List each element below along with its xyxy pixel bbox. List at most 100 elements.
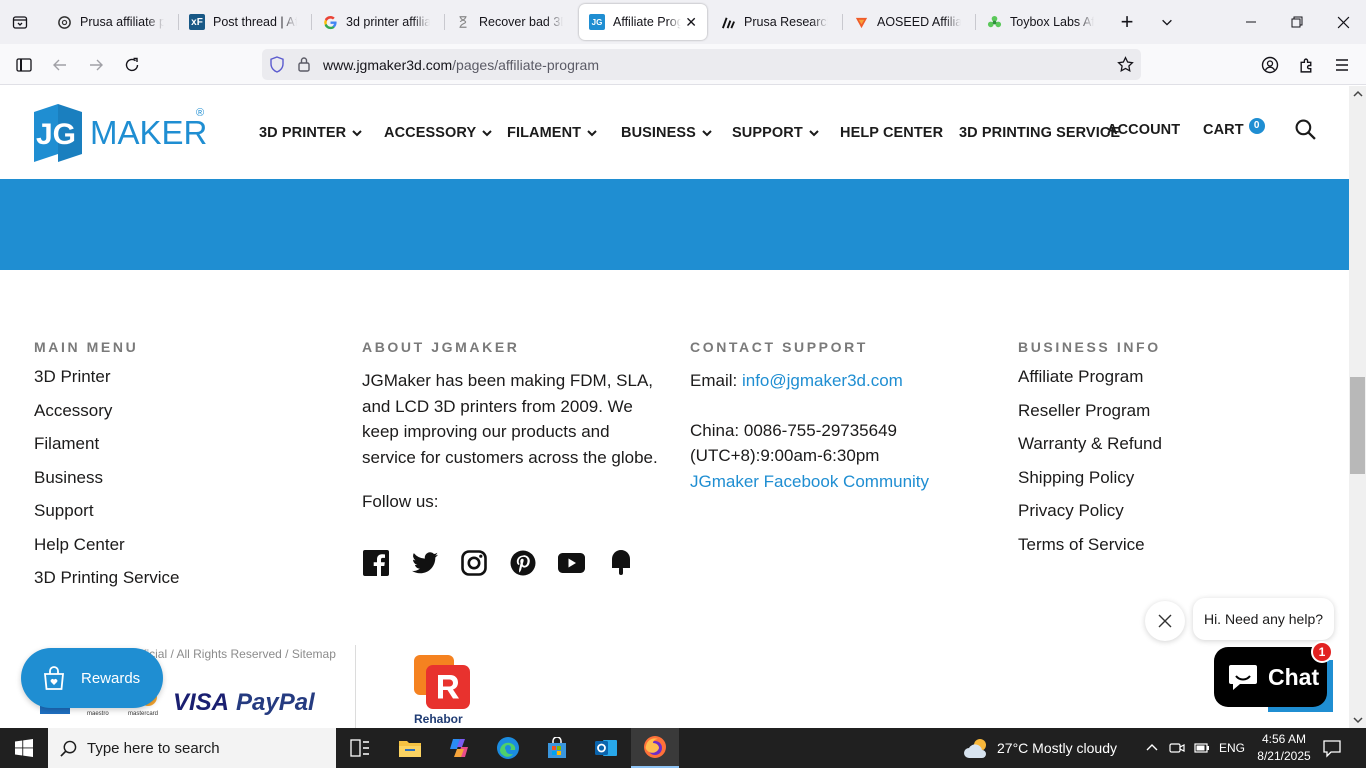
tab-title: Affiliate Progra [613,15,682,29]
browser-tab-bar: Prusa affiliate pro xF Post thread | Aff… [0,0,1366,44]
footer-link-3d-printing-service[interactable]: 3D Printing Service [34,569,180,586]
firefox-icon[interactable] [631,728,679,768]
cart-link[interactable]: CART 0 [1203,118,1265,138]
weather-cloud-icon[interactable] [963,736,991,765]
menu-icon[interactable] [1329,52,1355,78]
restore-icon[interactable] [1274,0,1320,44]
openai-icon [56,14,72,30]
sidebar-toggle-icon[interactable] [11,52,37,78]
tab-aoseed[interactable]: AOSEED Affiliate [843,4,971,40]
gift-bag-icon [41,665,67,691]
twitter-icon[interactable] [411,549,438,576]
tab-recover-3d[interactable]: Recover bad 3D p [445,4,573,40]
tab-toybox[interactable]: Toybox Labs Affil [976,4,1104,40]
footer-link-reseller-program[interactable]: Reseller Program [1018,402,1162,419]
contact-hours: (UTC+8):9:00am-6:30pm [690,446,880,465]
search-placeholder: Type here to search [87,739,220,757]
footer-about: ABOUT JGMAKER JGMaker has been making FD… [362,339,662,512]
footer-link-accessory[interactable]: Accessory [34,402,180,419]
footer-link-help-center[interactable]: Help Center [34,536,180,553]
notification-center-icon[interactable] [1322,738,1342,763]
footer-link-privacy-policy[interactable]: Privacy Policy [1018,502,1162,519]
close-window-icon[interactable] [1320,0,1366,44]
minimize-icon[interactable] [1228,0,1274,44]
windows-start-icon[interactable] [0,728,48,768]
lock-icon[interactable] [297,56,311,77]
microsoft-store-icon[interactable] [533,728,581,768]
tab-google-search[interactable]: 3d printer affiliate [312,4,440,40]
outlook-icon[interactable] [582,728,630,768]
address-bar[interactable]: www.jgmaker3d.com/pages/affiliate-progra… [262,49,1141,80]
edge-icon[interactable] [484,728,532,768]
rewards-button[interactable]: Rewards [21,648,163,708]
facebook-community-link[interactable]: JGmaker Facebook Community [690,469,929,495]
chevron-down-icon [352,125,362,141]
chat-notification-badge: 1 [1311,641,1333,663]
footer-link-business[interactable]: Business [34,469,180,486]
meet-now-icon[interactable] [1169,739,1185,762]
facebook-icon[interactable] [362,549,389,576]
tab-post-thread[interactable]: xF Post thread | Affil [179,4,307,40]
back-icon[interactable] [47,52,73,78]
language-indicator[interactable]: ENG [1219,728,1245,768]
weather-text[interactable]: 27°C Mostly cloudy [997,728,1117,768]
tab-title: Prusa Research A [744,15,828,29]
shield-icon[interactable] [269,56,285,78]
scroll-up-icon[interactable] [1349,86,1366,100]
copilot-icon[interactable] [435,728,483,768]
forward-icon[interactable] [83,52,109,78]
tab-prusa-affiliate[interactable]: Prusa affiliate pro [46,4,174,40]
nav-business[interactable]: BUSINESS [621,125,712,141]
nav-help-center[interactable]: HELP CENTER [840,125,943,141]
footer-link-affiliate-program[interactable]: Affiliate Program [1018,368,1162,385]
google-icon [322,14,338,30]
taskbar-search[interactable]: Type here to search [48,728,336,768]
nav-accessory[interactable]: ACCESSORY [384,125,492,141]
footer-link-support[interactable]: Support [34,502,180,519]
task-view-icon[interactable] [336,728,384,768]
extensions-icon[interactable] [1293,52,1319,78]
nav-support[interactable]: SUPPORT [732,125,819,141]
list-all-tabs-icon[interactable] [1144,0,1190,44]
chat-dismiss-button[interactable] [1145,601,1185,641]
chat-label: Chat [1268,663,1320,690]
chevron-down-icon [587,125,597,141]
popsicle-icon[interactable] [607,549,634,576]
jgmaker-logo[interactable]: JG MAKER ® [34,104,209,162]
pinterest-icon[interactable] [509,549,536,576]
file-explorer-icon[interactable] [386,728,434,768]
footer-link-shipping-policy[interactable]: Shipping Policy [1018,469,1162,486]
tab-prusa-research[interactable]: Prusa Research A [710,4,838,40]
footer-link-warranty-refund[interactable]: Warranty & Refund [1018,435,1162,452]
footer-main-menu: MAIN MENU 3D Printer Accessory Filament … [34,339,180,603]
tab-affiliate-program[interactable]: JG Affiliate Progra ✕ [579,4,707,40]
tab-title: 3d printer affiliate [346,15,430,29]
youtube-icon[interactable] [558,549,585,576]
tab-list-icon[interactable] [8,10,32,34]
scrollbar-thumb[interactable] [1350,377,1365,474]
chat-greeting[interactable]: Hi. Need any help? [1193,598,1334,640]
scroll-down-icon[interactable] [1349,713,1366,727]
search-icon[interactable] [1295,119,1316,145]
nav-filament[interactable]: FILAMENT [507,125,597,141]
instagram-icon[interactable] [460,549,487,576]
email-link[interactable]: info@jgmaker3d.com [742,371,903,390]
clock[interactable]: 4:56 AM 8/21/2025 [1252,731,1316,765]
close-tab-icon[interactable]: ✕ [685,14,697,31]
chat-button[interactable]: Chat [1214,647,1327,707]
nav-3d-printer[interactable]: 3D PRINTER [259,125,362,141]
business-heading: BUSINESS INFO [1018,339,1161,355]
account-link[interactable]: ACCOUNT [1107,122,1180,138]
footer-link-3d-printer[interactable]: 3D Printer [34,368,180,385]
rehabor-logo[interactable]: Rehabor [412,655,472,726]
nav-3d-printing-service[interactable]: 3D PRINTING SERVICE [959,125,1120,141]
reload-icon[interactable] [119,52,145,78]
tray-expand-icon[interactable] [1145,740,1159,759]
footer-link-terms-of-service[interactable]: Terms of Service [1018,536,1162,553]
footer-link-filament[interactable]: Filament [34,435,180,452]
bookmark-star-icon[interactable] [1117,56,1134,78]
account-icon[interactable] [1257,52,1283,78]
clock-date: 8/21/2025 [1257,749,1311,763]
social-links [362,549,656,576]
battery-icon[interactable] [1194,740,1210,761]
